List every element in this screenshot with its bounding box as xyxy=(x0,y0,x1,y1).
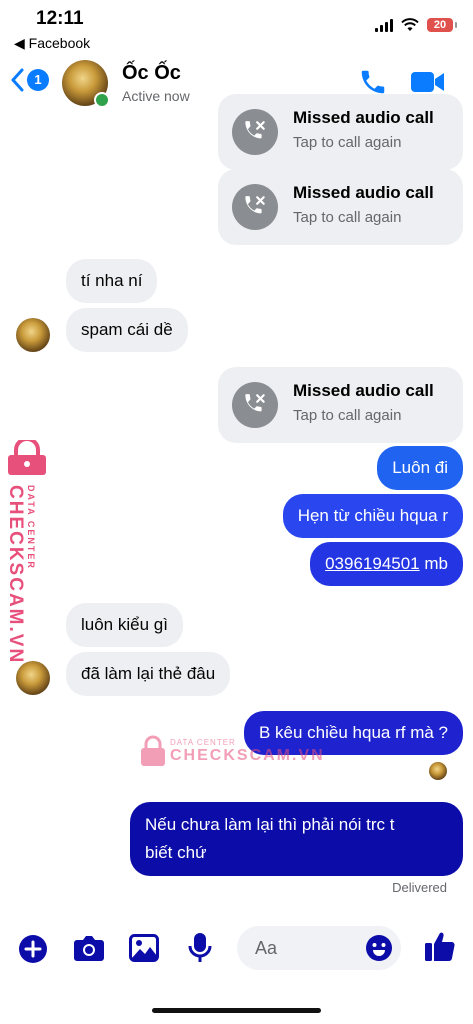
home-indicator[interactable] xyxy=(152,1008,321,1013)
camera-button[interactable] xyxy=(73,934,105,967)
contact-name[interactable]: Ốc Ốc xyxy=(122,62,181,85)
unread-count-badge: 1 xyxy=(27,69,49,91)
camera-icon xyxy=(74,936,104,961)
contact-status: Active now xyxy=(122,88,190,104)
incoming-message[interactable]: spam cái dề xyxy=(66,308,188,352)
outgoing-message[interactable]: Nếu chưa làm lại thì phải nói trc t biết… xyxy=(130,802,463,876)
call-card-subtitle: Tap to call again xyxy=(293,134,402,151)
call-card-title: Missed audio call xyxy=(293,381,434,400)
more-actions-button[interactable] xyxy=(18,934,48,969)
wifi-icon xyxy=(401,18,419,31)
missed-call-card[interactable]: Missed audio call Tap to call again xyxy=(218,169,463,245)
call-card-title: Missed audio call xyxy=(293,108,434,127)
emoji-button[interactable] xyxy=(365,934,393,967)
incoming-message[interactable]: luôn kiểu gì xyxy=(66,603,183,647)
outgoing-message[interactable]: 0396194501 mb xyxy=(310,542,463,586)
incoming-message[interactable]: tí nha ní xyxy=(66,259,158,303)
composer-bar xyxy=(0,920,473,980)
message-suffix: mb xyxy=(424,554,448,573)
watermark-center: DATA CENTER CHECKSCAM.VN xyxy=(140,735,325,767)
video-camera-icon xyxy=(411,72,444,92)
phone-number-link[interactable]: 0396194501 xyxy=(325,554,420,573)
back-button[interactable]: 1 xyxy=(10,68,49,92)
watermark-brand: CHECKSCAM.VN xyxy=(170,746,325,764)
message-line: Nếu chưa làm lại thì phải nói trc t xyxy=(145,815,395,834)
missed-call-card[interactable]: Missed audio call Tap to call again xyxy=(218,94,463,170)
missed-call-icon xyxy=(232,382,278,428)
back-to-facebook-link[interactable]: ◀ Facebook xyxy=(14,35,90,52)
missed-call-icon xyxy=(232,109,278,155)
delivered-status: Delivered xyxy=(392,880,447,895)
smiley-icon xyxy=(366,935,392,961)
gallery-button[interactable] xyxy=(129,934,159,967)
status-icons: 20 xyxy=(375,18,457,32)
status-time: 12:11 xyxy=(36,8,84,29)
missed-call-icon xyxy=(232,184,278,230)
phone-icon xyxy=(361,70,385,94)
watermark-tagline: DATA CENTER xyxy=(170,737,236,747)
watermark-lock-icon xyxy=(8,440,46,475)
watermark-brand: CHECKSCAM.VN xyxy=(5,485,26,665)
thumbs-up-icon xyxy=(425,932,455,961)
watermark-lock-icon xyxy=(141,735,165,766)
sender-avatar[interactable] xyxy=(16,661,50,695)
seen-receipt-avatar xyxy=(429,762,447,780)
call-card-subtitle: Tap to call again xyxy=(293,407,402,424)
watermark-tagline: DATA CENTER xyxy=(26,485,36,570)
call-card-subtitle: Tap to call again xyxy=(293,209,402,226)
like-button[interactable] xyxy=(424,930,456,967)
online-indicator xyxy=(94,92,110,108)
call-card-title: Missed audio call xyxy=(293,183,434,202)
plus-circle-icon xyxy=(19,935,47,963)
missed-call-card[interactable]: Missed audio call Tap to call again xyxy=(218,367,463,443)
microphone-icon xyxy=(188,933,212,962)
voice-message-button[interactable] xyxy=(188,932,212,969)
cellular-signal-icon xyxy=(375,18,393,32)
outgoing-message[interactable]: Hẹn từ chiều hqua r xyxy=(282,494,463,538)
image-icon xyxy=(129,934,159,962)
message-line: biết chứ xyxy=(145,843,207,862)
battery-icon: 20 xyxy=(427,18,457,32)
incoming-message[interactable]: đã làm lại thẻ đâu xyxy=(66,652,231,696)
outgoing-message[interactable]: Luôn đi xyxy=(377,446,463,490)
sender-avatar[interactable] xyxy=(16,318,50,352)
chevron-left-icon xyxy=(11,68,24,92)
